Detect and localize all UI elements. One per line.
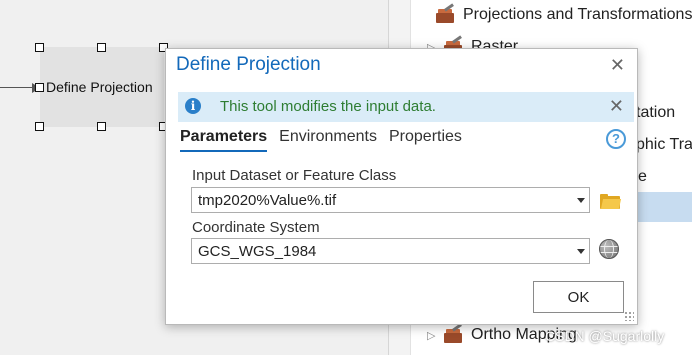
selection-handle-tl[interactable] [35,43,44,52]
chevron-right-icon[interactable]: ▷ [427,329,439,342]
input-dataset-label: Input Dataset or Feature Class [192,167,397,184]
resize-grip-icon[interactable] [624,311,634,321]
info-message: This tool modifies the input data. [220,98,436,115]
toolbox-icon [443,323,465,344]
tree-item-partial-label[interactable]: tation [636,104,675,122]
chevron-down-icon[interactable] [577,249,585,254]
node-label: Define Projection [46,79,153,95]
tree-item-projections[interactable]: Projections and Transformations [419,3,692,24]
selection-handle-ml[interactable] [35,83,44,92]
tab-parameters[interactable]: Parameters [180,128,268,152]
selection-handle-tc[interactable] [97,43,106,52]
selection-handle-bl[interactable] [35,122,44,131]
define-projection-dialog: Define Projection ✕ i This tool modifies… [165,48,638,325]
coordinate-system-dropdown[interactable]: GCS_WGS_1984 [191,238,590,264]
tab-environments[interactable]: Environments [279,128,377,152]
ok-button[interactable]: OK [533,281,624,313]
input-dataset-dropdown[interactable]: tmp2020%Value%.tif [191,187,590,213]
selection-handle-bc[interactable] [97,122,106,131]
info-icon: i [185,98,201,114]
close-icon[interactable]: ✕ [610,56,625,74]
globe-icon[interactable] [599,239,619,259]
tab-properties[interactable]: Properties [389,128,462,152]
toolbox-icon [435,3,457,24]
info-bar: i This tool modifies the input data. ✕ [178,92,634,122]
tree-item-partial-label[interactable]: e [638,168,647,186]
dismiss-info-icon[interactable]: ✕ [609,96,624,117]
dialog-tabs: Parameters Environments Properties [180,128,462,152]
watermark: CSDN @Sugarlolly [545,328,665,344]
coordinate-system-value: GCS_WGS_1984 [198,243,317,260]
help-icon[interactable]: ? [606,129,626,149]
tree-item-label: Projections and Transformations [463,6,692,23]
tree-item-partial-label[interactable]: phic Tra [636,136,692,154]
input-dataset-value: tmp2020%Value%.tif [198,192,337,209]
chevron-down-icon[interactable] [577,198,585,203]
coordinate-system-label: Coordinate System [192,219,320,236]
dialog-title: Define Projection [176,54,321,75]
folder-icon[interactable] [600,194,622,209]
